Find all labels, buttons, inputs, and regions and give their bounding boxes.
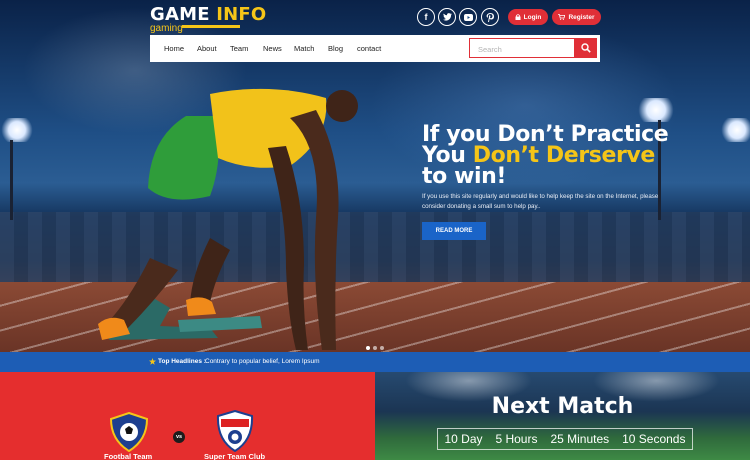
countdown-days: 10 Day	[444, 432, 483, 446]
nav-item-news[interactable]: News	[263, 44, 282, 53]
ticker-headline[interactable]: Contrary to popular belief, Lorem Ipsum	[205, 358, 320, 365]
next-match-title: Next Match	[491, 394, 634, 419]
countdown-hours: 5 Hours	[495, 432, 538, 446]
nav-item-home[interactable]: Home	[164, 44, 184, 53]
register-label: Register	[568, 13, 595, 21]
match-teams-panel: Footbal Team vs Super Team Club	[0, 372, 375, 460]
search-icon	[581, 43, 591, 53]
slider-pagination	[366, 346, 384, 350]
athlete-image	[98, 88, 358, 350]
login-label: Login	[523, 13, 542, 21]
team-1-name: Footbal Team	[104, 452, 153, 460]
logo-title-main: GAME	[150, 4, 210, 25]
search-box	[469, 38, 575, 59]
countdown-minutes: 25 Minutes	[550, 432, 610, 446]
ticker-label: Top Headlines :	[158, 358, 206, 365]
nav-item-blog[interactable]: Blog	[328, 44, 343, 53]
floodlight-right	[636, 98, 676, 122]
slider-dot-1[interactable]	[366, 346, 370, 350]
floodlight-far-right	[720, 118, 750, 142]
hero-line-3: to win!	[422, 164, 507, 189]
facebook-icon[interactable]: f	[417, 8, 435, 26]
login-button[interactable]: Login	[508, 9, 548, 25]
nav-item-team[interactable]: Team	[230, 44, 248, 53]
star-icon	[149, 358, 156, 365]
floodlight-left	[0, 118, 34, 142]
cart-icon	[558, 14, 566, 20]
hero-headline: If you Don’t Practice You Don’t Derserve…	[422, 122, 669, 189]
team-1-logo[interactable]	[109, 412, 149, 452]
vs-badge: vs	[173, 431, 185, 443]
next-match-panel: Next Match 10 Day 5 Hours 25 Minutes 10 …	[375, 372, 750, 460]
logo-title-accent: INFO	[216, 4, 267, 25]
search-button[interactable]	[575, 38, 597, 58]
hero-line-1: If you Don’t Practice	[422, 122, 669, 147]
countdown-seconds: 10 Seconds	[622, 432, 686, 446]
register-button[interactable]: Register	[552, 9, 601, 25]
lock-icon	[515, 14, 521, 20]
match-countdown: 10 Day 5 Hours 25 Minutes 10 Seconds	[437, 428, 693, 450]
team-2-logo[interactable]	[216, 410, 254, 452]
slider-dot-3[interactable]	[380, 346, 384, 350]
headline-ticker: Top Headlines : Contrary to popular beli…	[0, 352, 750, 372]
site-logo[interactable]: GAME INFO gaming	[150, 4, 266, 34]
nav-item-match[interactable]: Match	[294, 44, 314, 53]
nav-item-contact[interactable]: contact	[357, 44, 381, 53]
youtube-icon[interactable]	[459, 8, 477, 26]
read-more-button[interactable]: READ MORE	[422, 222, 486, 240]
pinterest-icon[interactable]	[481, 8, 499, 26]
slider-dot-2[interactable]	[373, 346, 377, 350]
logo-underline	[182, 25, 240, 28]
team-2-name: Super Team Club	[204, 452, 266, 460]
hero-description: If you use this site regularly and would…	[422, 193, 659, 210]
nav-item-about[interactable]: About	[197, 44, 217, 53]
twitter-icon[interactable]	[438, 8, 456, 26]
search-input[interactable]	[470, 40, 574, 59]
